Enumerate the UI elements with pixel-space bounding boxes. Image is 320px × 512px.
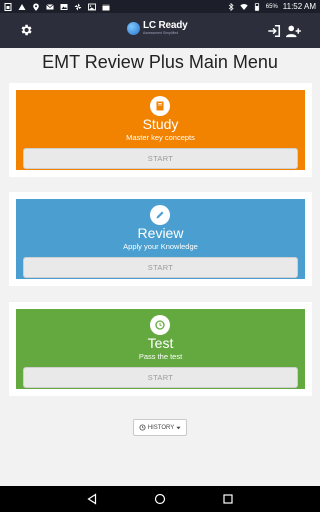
app-bar: LC Ready Assessment Simplified (0, 13, 320, 48)
sim-icon (4, 2, 12, 11)
test-card: Test Pass the test START (9, 302, 312, 396)
review-panel: Review Apply your Knowledge START (16, 199, 305, 279)
system-nav-bar (0, 486, 320, 512)
battery-icon (254, 2, 259, 11)
review-card: Review Apply your Knowledge START (9, 192, 312, 286)
gear-icon[interactable] (19, 23, 33, 37)
study-start-button[interactable]: START (23, 148, 298, 169)
book-icon (150, 96, 170, 116)
app-logo: LC Ready Assessment Simplified (127, 21, 188, 36)
calendar-icon (102, 4, 110, 10)
study-subtitle: Master key concepts (126, 133, 195, 142)
user-plus-icon[interactable] (285, 24, 301, 38)
test-panel: Test Pass the test START (16, 309, 305, 389)
study-card: Study Master key concepts START (9, 83, 312, 177)
clock-icon (150, 315, 170, 335)
back-icon[interactable] (86, 493, 98, 505)
pinwheel-icon (74, 3, 82, 10)
test-title: Test (147, 335, 174, 351)
sign-in-icon[interactable] (267, 24, 281, 38)
study-title: Study (142, 116, 179, 132)
history-label: HISTORY (147, 424, 175, 431)
triangle-icon (18, 3, 26, 10)
recents-icon[interactable] (222, 493, 234, 505)
logo-mark (127, 22, 140, 35)
home-icon[interactable] (154, 493, 166, 505)
test-subtitle: Pass the test (138, 352, 183, 361)
review-subtitle: Apply your Knowledge (123, 242, 198, 251)
test-start-button[interactable]: START (23, 367, 298, 388)
status-right: 65% 11:52 AM (227, 2, 316, 11)
history-button[interactable]: HISTORY (133, 419, 187, 436)
battery-percent: 65% (265, 3, 278, 10)
study-panel: Study Master key concepts START (16, 90, 305, 170)
logo-tagline: Assessment Simplified (143, 31, 179, 35)
mail-icon (46, 3, 54, 9)
clock-icon (139, 424, 146, 431)
status-icons (4, 2, 110, 11)
pencil-icon (150, 205, 170, 225)
review-start-button[interactable]: START (23, 257, 298, 278)
location-icon (33, 3, 39, 11)
image-icon (88, 3, 96, 10)
caret-down-icon (176, 426, 181, 429)
photo-icon (60, 3, 68, 10)
review-title: Review (137, 225, 184, 241)
wifi-icon (240, 3, 248, 10)
status-time: 11:52 AM (282, 2, 316, 11)
status-bar: 65% 11:52 AM (0, 0, 320, 13)
bluetooth-icon (228, 2, 234, 11)
page-title: EMT Review Plus Main Menu (42, 52, 278, 72)
logo-name: LC Ready (143, 20, 188, 31)
